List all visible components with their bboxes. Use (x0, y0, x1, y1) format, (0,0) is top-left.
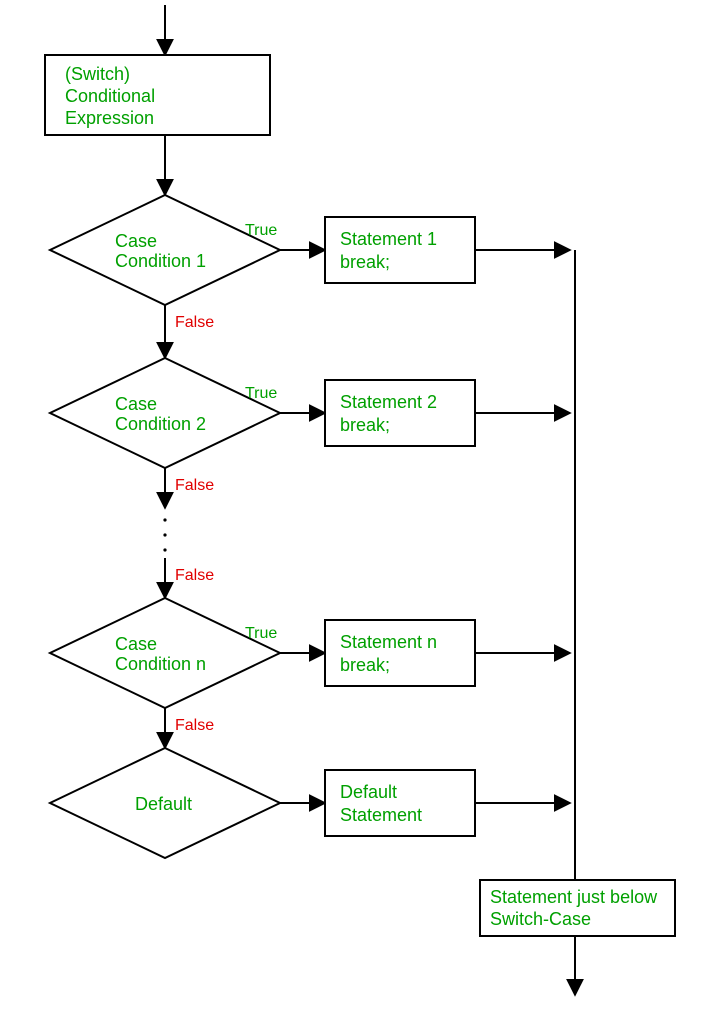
switch-case-flowchart: (Switch) Conditional Expression Case Con… (0, 0, 710, 1016)
case-2-cond-1: Case (115, 394, 157, 414)
label-false-2: False (175, 477, 214, 494)
statement-n-text-2: break; (340, 655, 390, 675)
case-2-diamond (50, 358, 280, 468)
ellipsis-dot (163, 518, 166, 521)
ellipsis-dot (163, 548, 166, 551)
switch-expression-text-1: (Switch) (65, 64, 130, 84)
case-1-diamond (50, 195, 280, 305)
statement-2-box (325, 380, 475, 446)
statement-2-text-2: break; (340, 415, 390, 435)
case-n-cond-1: Case (115, 634, 157, 654)
default-statement-box (325, 770, 475, 836)
statement-2-text-1: Statement 2 (340, 392, 437, 412)
case-n-diamond (50, 598, 280, 708)
case-2-cond-2: Condition 2 (115, 414, 206, 434)
case-n-cond-2: Condition n (115, 654, 206, 674)
switch-expression-text-3: Expression (65, 108, 154, 128)
default-stmt-text-1: Default (340, 782, 397, 802)
statement-1-text-2: break; (340, 252, 390, 272)
case-1-cond-1: Case (115, 231, 157, 251)
label-false-dots: False (175, 567, 214, 584)
default-cond: Default (135, 794, 192, 814)
label-true-2: True (245, 385, 277, 402)
statement-n-box (325, 620, 475, 686)
ellipsis-dot (163, 533, 166, 536)
exit-text-1: Statement just below (490, 887, 658, 907)
exit-text-2: Switch-Case (490, 909, 591, 929)
statement-n-text-1: Statement n (340, 632, 437, 652)
switch-expression-text-2: Conditional (65, 86, 155, 106)
label-false-1: False (175, 314, 214, 331)
default-stmt-text-2: Statement (340, 805, 422, 825)
statement-1-text-1: Statement 1 (340, 229, 437, 249)
label-true-1: True (245, 222, 277, 239)
statement-1-box (325, 217, 475, 283)
label-false-n: False (175, 717, 214, 734)
case-1-cond-2: Condition 1 (115, 251, 206, 271)
label-true-n: True (245, 625, 277, 642)
